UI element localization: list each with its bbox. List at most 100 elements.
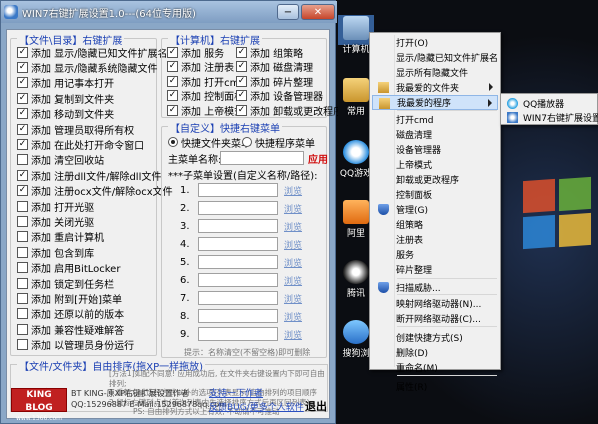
browse-link[interactable]: 浏览 — [284, 202, 302, 215]
submenu-item-win7-settings[interactable]: WIN7右键扩展设置 — [503, 110, 598, 125]
context-menu-item[interactable]: 磁盘清理 — [372, 127, 498, 142]
context-menu-item[interactable]: 删除(D) — [372, 345, 498, 360]
computer-option[interactable]: ✓ 添加 打开cmd — [167, 74, 246, 89]
context-menu-item[interactable]: 上帝模式 — [372, 157, 498, 172]
checkbox[interactable]: ✓ — [17, 77, 28, 89]
checkbox[interactable]: ✓ — [17, 46, 28, 58]
checkbox[interactable] — [17, 246, 28, 258]
submenu-item-qq-player[interactable]: QQ播放器 — [503, 96, 595, 111]
checkbox[interactable]: ✓ — [17, 185, 28, 197]
checkbox[interactable]: ✓ — [167, 90, 178, 101]
checkbox[interactable] — [17, 154, 28, 166]
king-blog-logo[interactable]: KING BLOG www.1366.com — [11, 388, 67, 422]
file-dir-option[interactable]: ✓ 添加 移动到文件夹 — [17, 107, 114, 121]
context-menu-item[interactable]: 注册表 — [372, 232, 498, 247]
checkbox[interactable] — [17, 277, 28, 289]
checkbox[interactable] — [17, 200, 28, 212]
file-dir-option[interactable]: 添加 还原以前的版本 — [17, 307, 124, 321]
program-menu-radio[interactable]: 快捷程序菜单 — [242, 135, 315, 150]
custom-apply-button[interactable]: 应用 — [308, 151, 328, 166]
checkbox[interactable]: ✓ — [236, 46, 247, 58]
checkbox[interactable]: ✓ — [236, 90, 247, 101]
file-dir-option[interactable]: 添加 附到[开始]菜单 — [17, 291, 122, 306]
checkbox[interactable] — [17, 323, 28, 335]
file-dir-option[interactable]: 添加 兼容性疑难解答 — [17, 322, 124, 337]
submenu-path-input[interactable] — [198, 291, 278, 305]
checkbox[interactable] — [17, 262, 28, 274]
main-menu-name-input[interactable] — [220, 151, 304, 165]
file-dir-option[interactable]: 添加 启用BitLocker — [17, 261, 120, 275]
computer-option[interactable]: ✓ 添加 服务 — [167, 45, 224, 60]
checkbox[interactable]: ✓ — [17, 61, 28, 73]
browse-link[interactable]: 浏览 — [284, 220, 302, 233]
context-menu-item[interactable]: 断开网络驱动器(C)... — [372, 311, 498, 326]
context-menu-item[interactable]: 显示所有隐藏文件 — [372, 65, 498, 80]
computer-option[interactable]: ✓ 添加 组策略 — [236, 45, 303, 60]
checkbox[interactable]: ✓ — [236, 104, 247, 116]
submenu-path-input[interactable] — [198, 255, 278, 269]
checkbox[interactable] — [17, 308, 28, 320]
checkbox[interactable]: ✓ — [17, 92, 28, 104]
computer-option[interactable]: ✓ 添加 设备管理器 — [236, 89, 323, 103]
submenu-path-input[interactable] — [198, 201, 278, 215]
context-menu-item[interactable]: 碎片整理 — [372, 262, 498, 277]
title-bar[interactable]: WIN7右键扩展设置1.0---(64位专用版) − ✕ — [1, 1, 337, 23]
submenu-path-input[interactable] — [198, 183, 278, 197]
checkbox[interactable]: ✓ — [167, 104, 178, 116]
checkbox[interactable]: ✓ — [236, 75, 247, 87]
computer-option[interactable]: ✓ 添加 碎片整理 — [236, 74, 313, 89]
checkbox[interactable]: ✓ — [17, 169, 28, 181]
file-dir-option[interactable]: ✓ 添加 用记事本打开 — [17, 76, 114, 90]
file-dir-option[interactable]: ✓ 添加 复制到文件夹 — [17, 91, 114, 106]
file-dir-option[interactable]: ✓ 添加 注册ocx文件/解除ocx文件 — [17, 184, 173, 198]
context-menu-item[interactable]: 服务 — [372, 247, 498, 262]
context-menu-item[interactable]: 打开(O) — [372, 35, 498, 50]
file-dir-option[interactable]: 添加 以管理员身份运行 — [17, 338, 134, 352]
file-dir-option[interactable]: ✓ 添加 注册dll文件/解除dll文件 — [17, 168, 161, 183]
file-dir-option[interactable]: 添加 清空回收站 — [17, 153, 104, 167]
support-author-link[interactable]: 支持一下作者 — [209, 386, 263, 399]
checkbox[interactable] — [17, 339, 28, 351]
computer-option[interactable]: ✓ 添加 卸载或更改程序 — [236, 103, 343, 118]
file-dir-option[interactable]: ✓ 添加 显示/隐藏已知文件扩展名 — [17, 45, 168, 60]
exit-button[interactable]: 退出 — [305, 398, 327, 414]
browse-link[interactable]: 浏览 — [284, 274, 302, 287]
context-menu-item[interactable]: 控制面板 — [372, 187, 498, 202]
checkbox[interactable]: ✓ — [17, 138, 28, 150]
desktop-icon-tencent[interactable]: 腾讯 — [339, 260, 373, 299]
submenu-path-input[interactable] — [198, 219, 278, 233]
desktop-icon-sogou[interactable]: 搜狗浏 — [339, 320, 373, 359]
browse-link[interactable]: 浏览 — [284, 310, 302, 323]
context-menu-item[interactable]: 扫描威胁... — [372, 280, 498, 295]
context-menu-item[interactable]: 属性(R) — [372, 379, 498, 394]
desktop-icon-ali[interactable]: 阿里 — [339, 200, 373, 239]
close-button[interactable]: ✕ — [301, 4, 335, 20]
feedback-link[interactable]: 反馈BUG/更多个人软件 — [209, 400, 304, 413]
computer-option[interactable]: ✓ 添加 磁盘清理 — [236, 60, 313, 74]
submenu-path-input[interactable] — [198, 237, 278, 251]
context-menu-item[interactable]: 我最爱的文件夹 — [372, 80, 498, 95]
checkbox[interactable] — [17, 231, 28, 243]
context-menu-item[interactable]: 组策略 — [372, 217, 498, 232]
checkbox[interactable]: ✓ — [167, 75, 178, 87]
desktop-icon-common[interactable]: 常用 — [339, 78, 373, 117]
computer-option[interactable]: ✓ 添加 注册表 — [167, 60, 234, 74]
browse-link[interactable]: 浏览 — [284, 238, 302, 251]
file-dir-option[interactable]: 添加 包含到库 — [17, 245, 94, 260]
browse-link[interactable]: 浏览 — [284, 184, 302, 197]
computer-option[interactable]: ✓ 添加 控制面板 — [167, 89, 244, 103]
checkbox[interactable]: ✓ — [167, 46, 178, 58]
browse-link[interactable]: 浏览 — [284, 256, 302, 269]
checkbox[interactable]: ✓ — [17, 123, 28, 135]
computer-option[interactable]: ✓ 添加 上帝模式 — [167, 103, 244, 118]
checkbox[interactable]: ✓ — [17, 108, 28, 120]
context-menu-item[interactable]: 重命名(M) — [372, 360, 498, 375]
checkbox[interactable] — [17, 292, 28, 304]
checkbox[interactable]: ✓ — [167, 61, 178, 72]
context-menu-item[interactable]: 创建快捷方式(S) — [372, 330, 498, 345]
desktop-icon-computer[interactable]: 计算机 — [339, 16, 373, 55]
folder-menu-radio[interactable]: 快捷文件夹菜单 — [168, 135, 251, 150]
desktop-icon-qq-game[interactable]: QQ游戏 — [339, 140, 373, 179]
browse-link[interactable]: 浏览 — [284, 328, 302, 341]
context-menu-item[interactable]: 映射网络驱动器(N)... — [372, 296, 498, 311]
